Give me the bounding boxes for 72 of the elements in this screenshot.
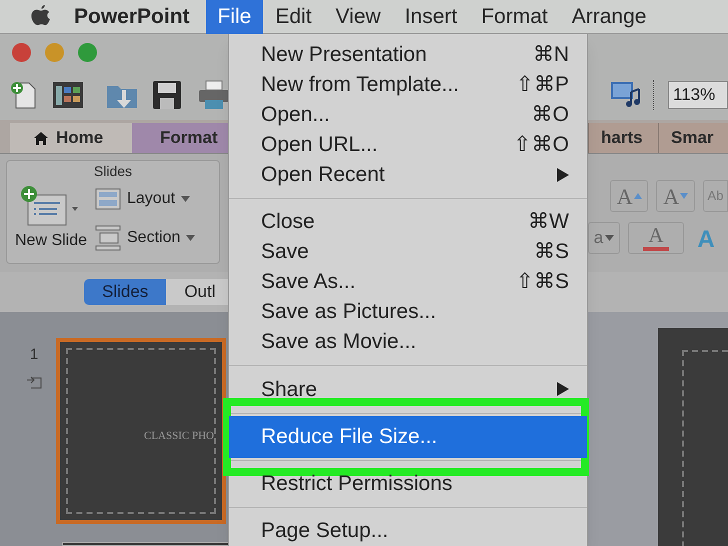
printer-icon[interactable] (198, 80, 230, 110)
menu-item[interactable]: Reduce File Size... (229, 416, 587, 458)
ribbon-tab[interactable]: Home (10, 123, 132, 153)
tab-label: harts (601, 127, 643, 150)
menu-item[interactable]: Save as Movie... (229, 327, 587, 358)
zoom-field[interactable]: 113% (668, 81, 728, 109)
shortcut-label: ⌘S (534, 239, 569, 266)
tab-label: Format (160, 127, 218, 150)
caret-icon (181, 196, 190, 202)
menu-item[interactable]: Save ⌘S (229, 237, 587, 268)
menu-item-label: Save as Movie... (261, 329, 416, 356)
view-tab[interactable]: Slides (84, 279, 166, 305)
save-icon[interactable] (152, 80, 182, 110)
submenu-arrow-icon (557, 168, 569, 182)
menu-item-label: Close (261, 209, 315, 236)
section-icon (95, 225, 121, 251)
new-document-icon[interactable] (10, 80, 38, 110)
slide-thumbnail[interactable]: CLASSIC PHO (56, 338, 226, 524)
shortcut-label: ⌘O (532, 102, 569, 128)
transition-icon (26, 374, 42, 388)
shortcut-label: ⇧⌘S (516, 269, 569, 296)
menu-item-label: Open... (261, 102, 330, 128)
tab-label: Home (56, 127, 104, 150)
shortcut-label: ⌘N (532, 42, 569, 68)
section-button[interactable]: Section (95, 225, 196, 251)
new-slide-button[interactable]: New Slide (7, 185, 95, 253)
menu-item-label: Reduce File Size... (261, 424, 438, 450)
layout-icon (95, 188, 121, 210)
menu-item-label: Share (261, 376, 318, 403)
menu-item-label: Open Recent (261, 162, 385, 188)
caret-icon (605, 235, 614, 241)
media-icon[interactable] (609, 80, 643, 110)
slide-number: 1 (30, 345, 38, 365)
gallery-icon[interactable] (52, 81, 84, 109)
down-triangle-icon (680, 193, 688, 199)
menu-item-label: Save (261, 239, 309, 266)
menu-item[interactable]: Share (229, 374, 587, 404)
menu-item-label: Restrict Permissions (261, 471, 452, 498)
menu-item-label: Page Setup... (261, 518, 388, 544)
submenu-arrow-icon (557, 382, 569, 396)
menu-item-label: New from Template... (261, 72, 460, 98)
menu-item[interactable]: Page Setup... (229, 516, 587, 546)
ribbon-tab[interactable]: Smar (658, 123, 728, 153)
home-icon (34, 132, 48, 144)
color-bar-icon (643, 247, 669, 251)
shortcut-label: ⇧⌘O (514, 132, 569, 158)
menu-bar-item[interactable]: Arrange (560, 0, 658, 34)
menu-bar-item[interactable]: View (324, 0, 393, 34)
menu-item-label: Open URL... (261, 132, 378, 158)
menu-bar-item[interactable]: File (206, 0, 264, 34)
menu-item[interactable]: New from Template... ⇧⌘P (229, 70, 587, 100)
up-triangle-icon (634, 193, 642, 199)
menu-bar-item[interactable]: Format (469, 0, 560, 34)
menu-item[interactable]: Open Recent (229, 160, 587, 190)
shortcut-label: ⇧⌘P (516, 72, 569, 98)
menu-item[interactable]: Open URL... ⇧⌘O (229, 130, 587, 160)
menu-item[interactable]: Close ⌘W (229, 207, 587, 238)
slide-title: CLASSIC PHO (144, 428, 214, 444)
layout-button[interactable]: Layout (95, 187, 196, 211)
menu-bar-item[interactable]: Insert (392, 0, 470, 34)
menu-item-label: Save As... (261, 269, 356, 296)
tab-label: Smar (671, 127, 714, 150)
menu-item[interactable]: Open... ⌘O (229, 100, 587, 130)
menu-bar-item[interactable]: Edit (263, 0, 324, 34)
ribbon-tab[interactable]: harts (588, 123, 658, 153)
menu-item-label: New Presentation (261, 42, 427, 68)
menu-item-label: Save as Pictures... (261, 299, 436, 326)
caret-icon (186, 235, 196, 241)
menu-item[interactable]: Restrict Permissions (229, 468, 587, 499)
menu-bar-item[interactable]: PowerPoint (74, 0, 190, 34)
shortcut-label: ⌘W (528, 209, 569, 236)
group-title: Slides (94, 162, 132, 179)
